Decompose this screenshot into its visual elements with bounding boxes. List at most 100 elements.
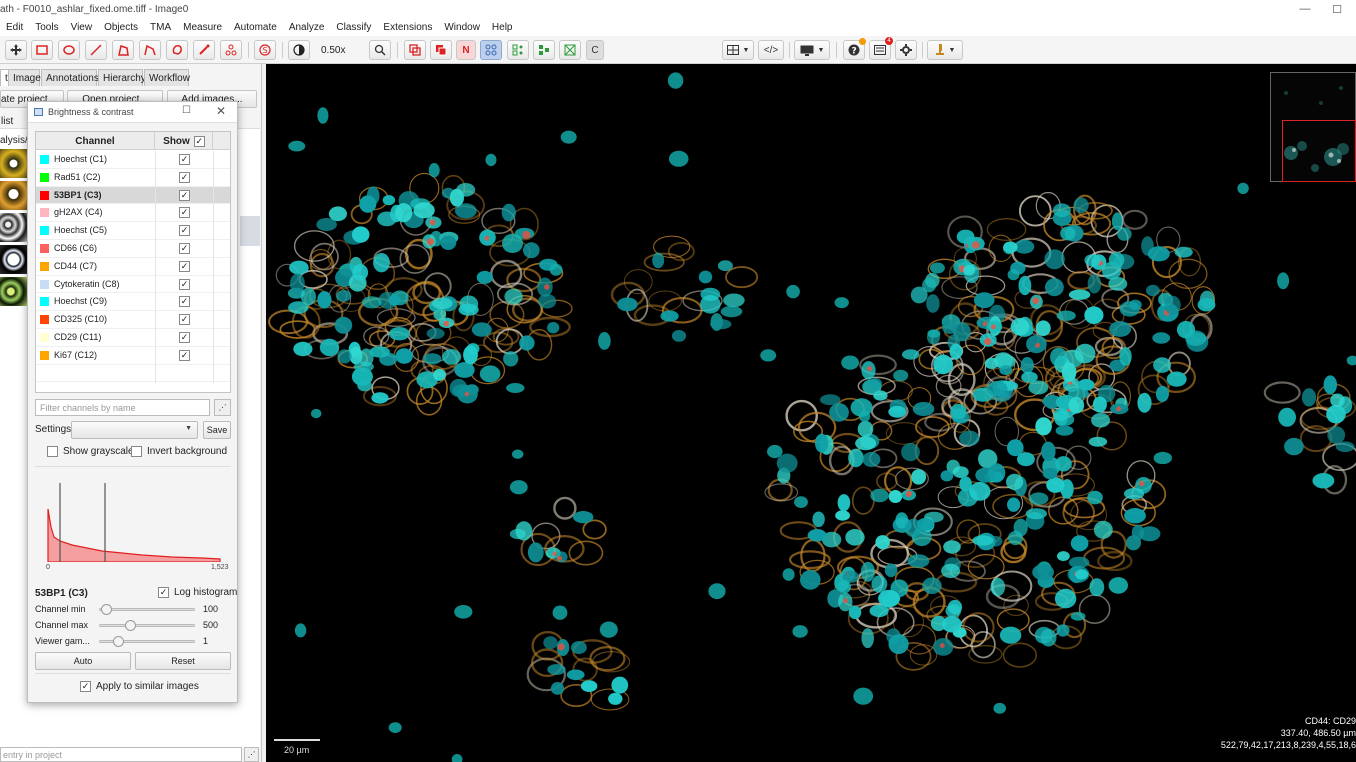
channel-row[interactable]: Hoechst (C1) ✓ <box>36 151 230 169</box>
channel-color-swatch[interactable] <box>40 261 49 271</box>
channel-color-swatch[interactable] <box>40 315 49 325</box>
display-options-button[interactable]: ▼ <box>794 40 830 60</box>
channel-color-swatch[interactable] <box>40 333 49 342</box>
log-button[interactable]: 4 <box>869 37 893 60</box>
channel-color-swatch[interactable] <box>40 155 49 164</box>
brush-tool-button[interactable] <box>166 40 188 60</box>
close-button[interactable]: ✕ <box>216 104 226 118</box>
channel-max-slider-track[interactable] <box>99 624 195 627</box>
channel-color-swatch[interactable] <box>40 226 49 236</box>
channel-row[interactable]: Ki67 (C12) ✓ <box>36 346 230 365</box>
gamma-slider-thumb[interactable] <box>113 636 124 647</box>
channel-min-slider-thumb[interactable] <box>101 604 112 615</box>
column-channel[interactable]: Channel <box>36 132 155 150</box>
channel-filter-input[interactable]: Filter channels by name <box>35 399 210 416</box>
menu-tools[interactable]: Tools <box>29 22 64 33</box>
channel-row[interactable]: gH2AX (C4) ✓ <box>36 204 230 223</box>
menu-window[interactable]: Window <box>438 22 486 33</box>
invert-background-checkbox[interactable]: Invert background <box>131 446 227 457</box>
preferences-button[interactable] <box>895 40 917 60</box>
channel-show-checkbox[interactable]: ✓ <box>179 260 190 272</box>
image-thumbnail[interactable] <box>0 181 27 210</box>
channel-color-swatch[interactable] <box>40 208 49 218</box>
project-filter-input[interactable]: entry in project <box>0 747 242 762</box>
menu-edit[interactable]: Edit <box>0 22 29 33</box>
maximize-button[interactable]: ☐ <box>182 105 191 116</box>
channel-show-checkbox[interactable]: ✓ <box>179 349 190 361</box>
reset-button[interactable]: Reset <box>135 652 231 670</box>
channel-row[interactable]: CD44 (C7) ✓ <box>36 257 230 276</box>
line-tool-button[interactable] <box>85 40 107 60</box>
rectangle-tool-button[interactable] <box>31 40 53 60</box>
menu-extensions[interactable]: Extensions <box>377 22 438 33</box>
tab-hierarchy[interactable]: Hierarchy <box>98 69 146 86</box>
channel-show-checkbox[interactable]: ✓ <box>179 296 190 308</box>
zoom-to-fit-button[interactable] <box>369 40 391 60</box>
selection-mode-button[interactable]: S <box>254 40 276 60</box>
image-viewer[interactable]: 20 µm CD44: CD29 337.40, 486.50 µm 522,7… <box>266 64 1356 762</box>
channel-show-checkbox[interactable]: ✓ <box>179 207 190 219</box>
show-detections-button[interactable] <box>507 40 529 60</box>
channel-row[interactable]: Cytokeratin (C8) ✓ <box>36 275 230 294</box>
channel-color-swatch[interactable] <box>40 297 49 307</box>
channel-row[interactable]: CD66 (C6) ✓ <box>36 240 230 258</box>
show-all-checkbox[interactable]: ✓ <box>193 135 205 147</box>
move-tool-button[interactable] <box>5 40 27 60</box>
image-thumbnail[interactable] <box>0 213 27 242</box>
channel-row[interactable]: 53BP1 (C3) ✓ <box>36 186 230 205</box>
dialog-title-bar[interactable]: Brightness & contrast ☐ ✕ <box>28 102 237 123</box>
wand-tool-button[interactable] <box>193 40 215 60</box>
points-tool-button[interactable] <box>220 40 242 60</box>
menu-classify[interactable]: Classify <box>330 22 377 33</box>
image-thumbnail[interactable] <box>0 245 27 274</box>
channel-color-swatch[interactable] <box>40 244 49 253</box>
menu-view[interactable]: View <box>65 22 99 33</box>
channel-show-checkbox[interactable]: ✓ <box>179 171 190 183</box>
settings-save-button[interactable]: Save <box>203 421 231 439</box>
channel-color-swatch[interactable] <box>40 350 49 360</box>
channel-color-swatch[interactable] <box>40 190 49 200</box>
project-filter-options-button[interactable]: ⋰ <box>244 747 259 762</box>
menu-tma[interactable]: TMA <box>144 22 177 33</box>
channel-show-checkbox[interactable]: ✓ <box>179 225 190 237</box>
maximize-button[interactable]: ☐ <box>1322 0 1352 18</box>
column-show[interactable]: Show ✓ <box>156 132 213 150</box>
show-tma-grid-button[interactable] <box>480 40 502 60</box>
channel-show-checkbox[interactable]: ✓ <box>179 189 190 201</box>
log-histogram-checkbox[interactable]: ✓ Log histogram <box>158 587 237 598</box>
apply-similar-checkbox[interactable]: ✓ Apply to similar images <box>80 681 199 692</box>
channel-row[interactable]: Hoechst (C9) ✓ <box>36 293 230 312</box>
brightness-contrast-button[interactable] <box>288 40 310 60</box>
menu-objects[interactable]: Objects <box>98 22 144 33</box>
channel-min-slider-track[interactable] <box>99 608 195 611</box>
extensions-button[interactable]: ▼ <box>927 40 963 60</box>
show-grayscale-checkbox[interactable]: Show grayscale <box>47 446 134 457</box>
fill-detections-button[interactable] <box>533 40 555 60</box>
show-connections-button[interactable] <box>559 40 581 60</box>
channel-row[interactable]: Rad51 (C2) ✓ <box>36 168 230 187</box>
channel-max-slider-thumb[interactable] <box>125 620 136 631</box>
polygon-tool-button[interactable] <box>112 40 134 60</box>
channel-row[interactable]: CD325 (C10) ✓ <box>36 311 230 330</box>
channel-color-swatch[interactable] <box>40 172 49 182</box>
fill-annotations-button[interactable] <box>430 40 452 60</box>
channel-filter-options-button[interactable]: ⋰ <box>214 399 231 416</box>
help-button[interactable]: ? <box>843 38 866 60</box>
show-cells-button[interactable]: C <box>586 40 604 60</box>
image-thumbnail[interactable] <box>0 149 27 178</box>
show-annotations-button[interactable] <box>404 40 426 60</box>
tab-workflow[interactable]: Workflow <box>144 69 190 86</box>
channel-show-checkbox[interactable]: ✓ <box>179 154 190 165</box>
menu-help[interactable]: Help <box>486 22 519 33</box>
show-names-button[interactable]: N <box>456 40 476 60</box>
channel-row[interactable]: Hoechst (C5) ✓ <box>36 222 230 241</box>
channel-row[interactable]: CD29 (C11) ✓ <box>36 329 230 347</box>
channel-show-checkbox[interactable]: ✓ <box>179 278 190 290</box>
channel-show-checkbox[interactable]: ✓ <box>179 314 190 326</box>
menu-analyze[interactable]: Analyze <box>283 22 331 33</box>
tab-annotations[interactable]: Annotations <box>41 69 99 86</box>
overview-viewport-rectangle[interactable] <box>1282 120 1356 182</box>
histogram[interactable] <box>42 477 225 562</box>
minimize-button[interactable]: — <box>1290 0 1320 18</box>
tab-image[interactable]: Image <box>8 69 41 86</box>
